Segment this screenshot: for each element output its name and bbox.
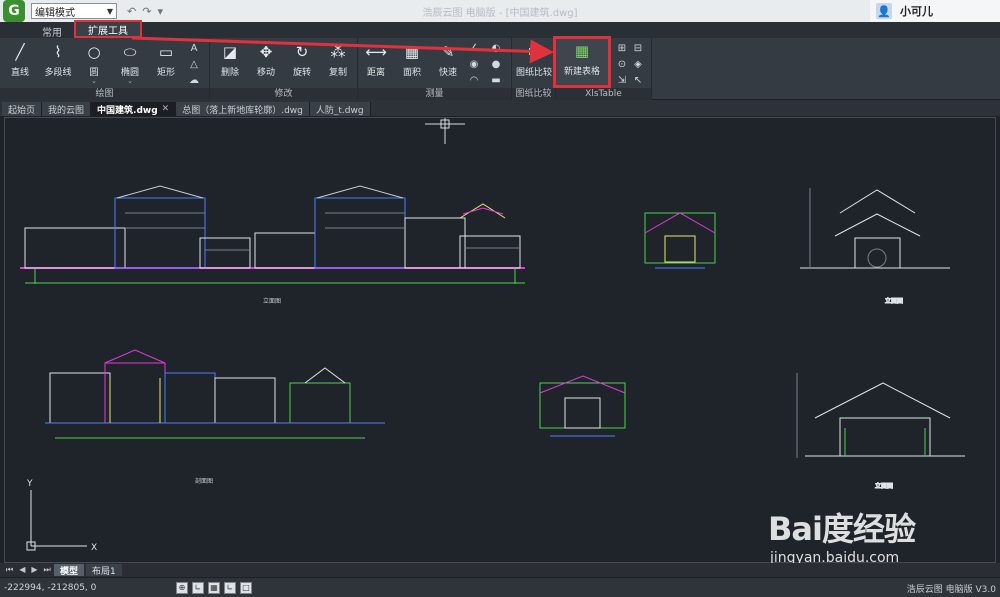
app-version: 浩辰云图 电脑版 V3.0 — [906, 585, 996, 595]
crosshair-cursor — [425, 118, 465, 144]
x-axis-label: X — [91, 543, 97, 553]
lineweight-icon[interactable]: ∟ — [224, 581, 236, 594]
drawing-label: 立面图 — [875, 482, 893, 490]
prev-layout-icon[interactable]: ◀ — [19, 565, 25, 575]
layout-tabs-bar: ⏮ ◀ ▶ ⏭ 模型 布局1 — [0, 563, 1000, 577]
last-layout-icon[interactable]: ⏭ — [44, 565, 51, 575]
drawing-label: 立面图 — [885, 297, 903, 305]
drawing-label: 剖面图 — [195, 477, 213, 485]
pavilion-drawing-middle — [539, 375, 626, 437]
doc-tab-civil-defense[interactable]: 人防_t.dwg — [309, 102, 371, 116]
next-layout-icon[interactable]: ▶ — [31, 565, 37, 575]
doc-tab-my-cloud[interactable]: 我的云图 — [42, 102, 92, 116]
pagoda-elevation-2: 立面图 — [796, 373, 965, 491]
ucs-axis-icon — [26, 490, 87, 551]
document-tabs: 起始页 我的云图 中国建筑.dwg ✕ 总图（落上新地库轮廓）.dwg 人防_t.… — [0, 100, 1000, 116]
doc-tab-site-plan[interactable]: 总图（落上新地库轮廓）.dwg — [176, 102, 310, 116]
annotation-arrow — [131, 36, 554, 64]
close-icon[interactable]: ✕ — [162, 104, 170, 114]
grid-icon[interactable]: ▦ — [208, 581, 220, 594]
ortho-icon[interactable]: ∟ — [192, 581, 204, 594]
tab-layout1[interactable]: 布局1 — [86, 564, 122, 577]
snap-icon[interactable]: ⊕ — [176, 581, 188, 594]
osnap-icon[interactable]: □ — [240, 581, 252, 594]
pagoda-elevation-1: 立面图 — [800, 188, 950, 306]
status-bar: -222994, -212805, 0 ⊕ ∟ ▦ ∟ □ 浩辰云图 电脑版 V… — [0, 577, 1000, 597]
doc-tab-china-building[interactable]: 中国建筑.dwg ✕ — [91, 102, 177, 116]
doc-tab-start[interactable]: 起始页 — [2, 102, 43, 116]
cursor-coordinates: -222994, -212805, 0 — [4, 582, 97, 593]
y-axis-label: Y — [26, 479, 33, 489]
first-layout-icon[interactable]: ⏮ — [6, 565, 13, 575]
pavilion-drawing-small — [644, 212, 716, 269]
baidu-watermark: Bai度经验 jingyan.baidu.com — [762, 492, 962, 572]
elevation-drawing-1: 立面图 — [20, 185, 525, 305]
watermark-brand: Bai度经验 — [768, 510, 916, 548]
section-drawing: 剖面图 — [45, 349, 385, 485]
drawing-label: 立面图 — [263, 297, 281, 305]
tab-model[interactable]: 模型 — [54, 564, 85, 577]
